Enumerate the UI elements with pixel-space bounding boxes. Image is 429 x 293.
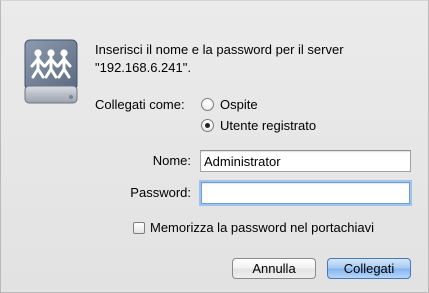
cancel-button[interactable]: Annulla [232, 258, 316, 279]
connect-to-server-dialog: Inserisci il nome e la password per il s… [0, 0, 429, 293]
name-field[interactable]: Administrator [200, 150, 411, 172]
password-label: Password: [130, 185, 191, 200]
radio-guest-label[interactable]: Ospite [220, 97, 258, 112]
remember-password-label[interactable]: Memorizza la password nel portachiavi [150, 220, 374, 235]
radio-registered-user-label[interactable]: Utente registrato [220, 118, 316, 133]
radio-guest[interactable] [201, 98, 214, 111]
prompt-message: Inserisci il nome e la password per il s… [95, 41, 415, 77]
network-server-icon [24, 39, 78, 104]
connect-button[interactable]: Collegati [327, 258, 411, 279]
remember-password-checkbox[interactable] [133, 222, 145, 234]
prompt-line-2: "192.168.6.241". [95, 60, 191, 75]
connect-as-label: Collegati come: [95, 97, 185, 112]
radio-registered-user[interactable] [201, 119, 214, 132]
name-label: Nome: [152, 153, 191, 168]
password-field[interactable] [201, 182, 410, 204]
prompt-line-1: Inserisci il nome e la password per il s… [95, 42, 344, 57]
